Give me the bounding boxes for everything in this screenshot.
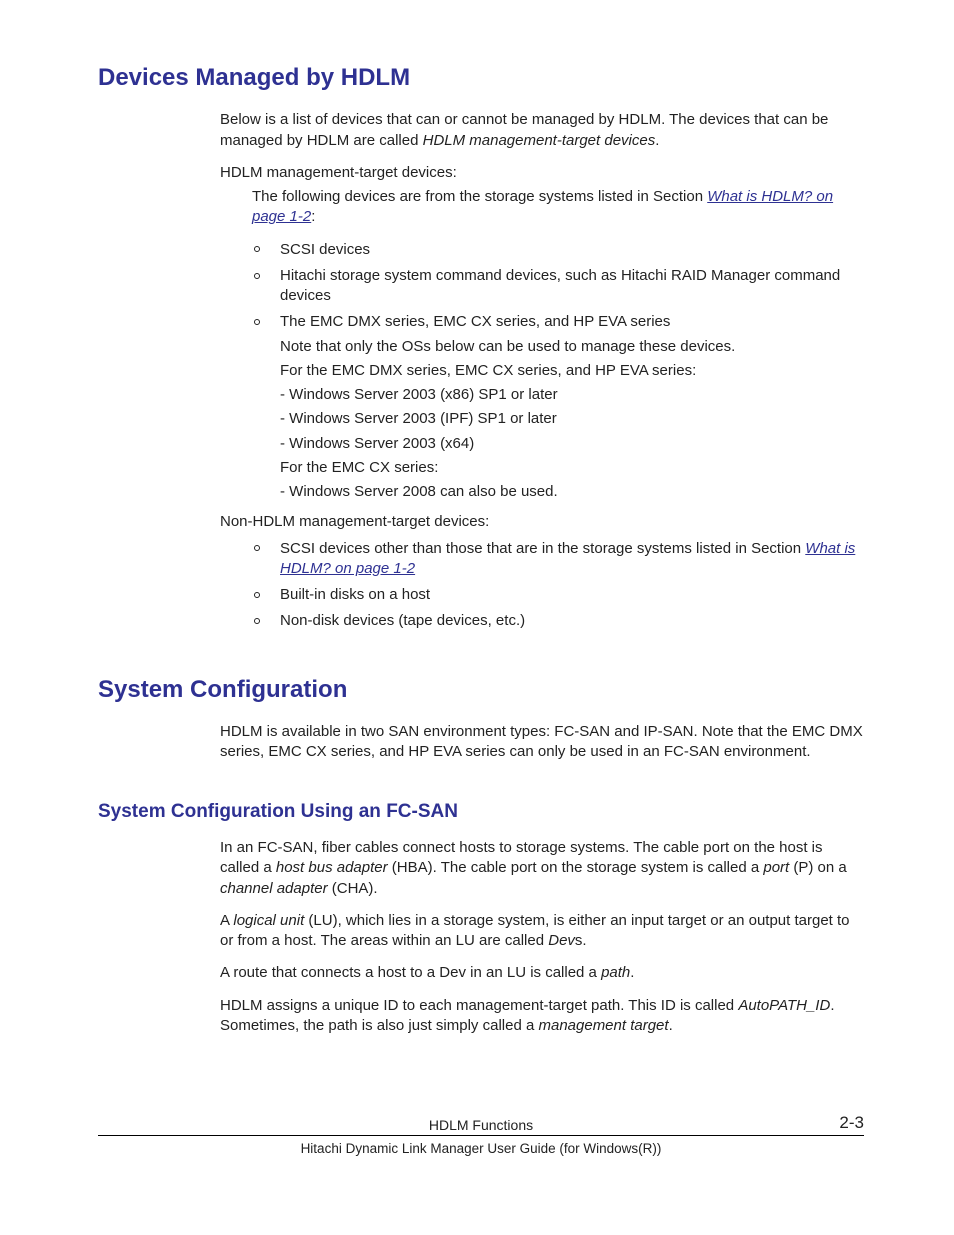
heading-fc-san: System Configuration Using an FC-SAN (98, 799, 864, 825)
fcsan-paragraph-2: A logical unit (LU), which lies in a sto… (220, 911, 864, 952)
list-item: Hitachi storage system command devices, … (254, 266, 864, 307)
text: A route that connects a host to a Dev in… (220, 964, 601, 981)
term-cha: channel adapter (220, 880, 328, 897)
fcsan-paragraph-1: In an FC-SAN, fiber cables connect hosts… (220, 838, 864, 899)
text: . (630, 964, 634, 981)
nonmgmt-target-list: SCSI devices other than those that are i… (254, 539, 864, 632)
section-fcsan-body: In an FC-SAN, fiber cables connect hosts… (220, 838, 864, 1036)
term-hdlm-mgmt-target: HDLM management-target devices (423, 132, 656, 149)
sysconf-paragraph: HDLM is available in two SAN environment… (220, 722, 864, 763)
term-path: path (601, 964, 630, 981)
text: For the EMC DMX series, EMC CX series, a… (280, 361, 864, 381)
list-item: Non-disk devices (tape devices, etc.) (254, 611, 864, 631)
heading-system-configuration: System Configuration (98, 674, 864, 706)
term-hba: host bus adapter (276, 859, 388, 876)
list-item: The EMC DMX series, EMC CX series, and H… (254, 312, 864, 502)
text: A (220, 912, 233, 929)
heading-devices-managed: Devices Managed by HDLM (98, 62, 864, 94)
text: (P) on a (789, 859, 847, 876)
text: Hitachi storage system command devices, … (280, 267, 840, 304)
footer-divider (98, 1135, 864, 1136)
text: (LU), which lies in a storage system, is… (220, 912, 850, 949)
footer-guide-title: Hitachi Dynamic Link Manager User Guide … (98, 1140, 864, 1158)
footer-chapter-title: HDLM Functions (429, 1117, 533, 1133)
mgmt-target-list: SCSI devices Hitachi storage system comm… (254, 240, 864, 503)
list-item: Built-in disks on a host (254, 585, 864, 605)
term-lu: logical unit (233, 912, 304, 929)
text: s. (575, 932, 587, 949)
term-dev: Dev (548, 932, 575, 949)
text: - Windows Server 2003 (IPF) SP1 or later (280, 409, 864, 429)
fcsan-paragraph-3: A route that connects a host to a Dev in… (220, 963, 864, 983)
text: The EMC DMX series, EMC CX series, and H… (280, 312, 864, 332)
mgmt-target-label: HDLM management-target devices: (220, 163, 864, 183)
page-number: 2-3 (839, 1112, 864, 1135)
text: (HBA). The cable port on the storage sys… (388, 859, 764, 876)
text: . (655, 132, 659, 149)
page-footer: HDLM Functions 2-3 Hitachi Dynamic Link … (98, 1076, 864, 1158)
text: - Windows Server 2003 (x86) SP1 or later (280, 385, 864, 405)
text: Non-disk devices (tape devices, etc.) (280, 612, 525, 629)
text: : (311, 208, 315, 225)
term-autopath-id: AutoPATH_ID (738, 997, 830, 1014)
text: . (669, 1017, 673, 1034)
text: The following devices are from the stora… (252, 188, 707, 205)
text: For the EMC CX series: (280, 458, 864, 478)
text: (CHA). (328, 880, 378, 897)
text: SCSI devices other than those that are i… (280, 540, 805, 557)
list-item: SCSI devices (254, 240, 864, 260)
text: - Windows Server 2008 can also be used. (280, 482, 864, 502)
text: Built-in disks on a host (280, 586, 430, 603)
text: SCSI devices (280, 241, 370, 258)
fcsan-paragraph-4: HDLM assigns a unique ID to each managem… (220, 996, 864, 1037)
footer-row: HDLM Functions 2-3 (98, 1116, 864, 1135)
text: Note that only the OSs below can be used… (280, 337, 864, 357)
term-port: port (763, 859, 789, 876)
text: HDLM assigns a unique ID to each managem… (220, 997, 738, 1014)
text: - Windows Server 2003 (x64) (280, 434, 864, 454)
mgmt-lead-paragraph: The following devices are from the stora… (252, 187, 864, 228)
nonmgmt-target-label: Non-HDLM management-target devices: (220, 512, 864, 532)
section-devices-body: Below is a list of devices that can or c… (220, 110, 864, 631)
term-mgmt-target: management target (538, 1017, 668, 1034)
list-item: SCSI devices other than those that are i… (254, 539, 864, 580)
intro-paragraph: Below is a list of devices that can or c… (220, 110, 864, 151)
section-sysconf-body: HDLM is available in two SAN environment… (220, 722, 864, 763)
